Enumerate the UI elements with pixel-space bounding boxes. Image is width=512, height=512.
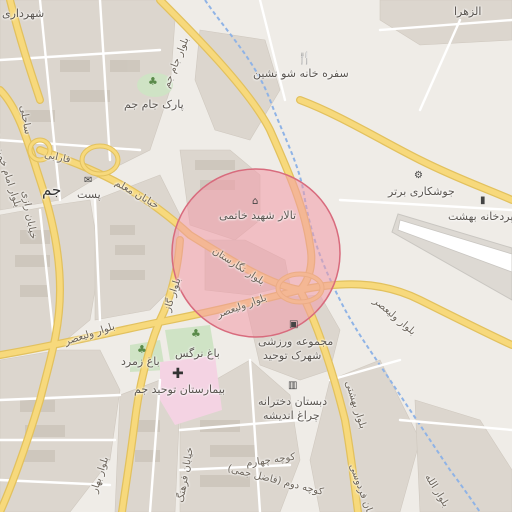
label-joshkari: جوشکاری برتر <box>388 185 455 198</box>
tree-icon[interactable]: ♣ <box>191 328 201 339</box>
label-hospital: بیمارستان توحید جم <box>134 383 226 396</box>
shop-icon[interactable]: ▮ <box>480 196 486 206</box>
label-sofre-khaneh: سفره خانه شو نشین <box>253 67 349 80</box>
label-sports-complex-2: شهرک توحید <box>263 349 322 362</box>
label-sports-complex: مجموعه ورزشی <box>258 335 334 348</box>
label-talar: تالار شهید خاتمی <box>219 209 297 222</box>
mail-icon[interactable]: ✉ <box>84 176 92 186</box>
label-school-2: چراغ اندیشه <box>263 409 320 422</box>
workshop-icon[interactable]: ⚙ <box>414 171 423 181</box>
landmark-icon[interactable]: ⌂ <box>252 197 258 207</box>
school-icon[interactable]: ▥ <box>288 381 297 391</box>
restaurant-icon[interactable]: 🍴 <box>297 52 312 64</box>
tree-icon[interactable]: ♣ <box>137 344 147 355</box>
map-canvas[interactable]: 🍴 ♣ ✉ ⌂ ♣ ♣ ✚ ▣ ▥ ⚙ ▮ شهرداری الزهرا جم … <box>0 0 512 512</box>
label-post: پست <box>77 188 101 201</box>
label-bagh-narges: باغ نرگس <box>175 347 220 360</box>
selection-radius-circle <box>171 168 341 338</box>
label-school: دبستان دخترانه <box>258 395 328 408</box>
sports-complex-icon[interactable]: ▣ <box>289 320 298 330</box>
label-park-jam-jam: پارک جام جم <box>124 98 184 111</box>
label-jam-city: جم <box>42 181 62 199</box>
tree-icon[interactable]: ♣ <box>148 76 158 87</box>
hospital-cross-icon[interactable]: ✚ <box>172 367 184 381</box>
label-alzahra: الزهرا <box>454 5 482 18</box>
label-pardakhaneh: پردخانه بهشت <box>448 210 512 223</box>
label-shahrdari: شهرداری <box>2 7 45 20</box>
label-bagh-zomorod: باغ زمرد <box>121 355 160 368</box>
